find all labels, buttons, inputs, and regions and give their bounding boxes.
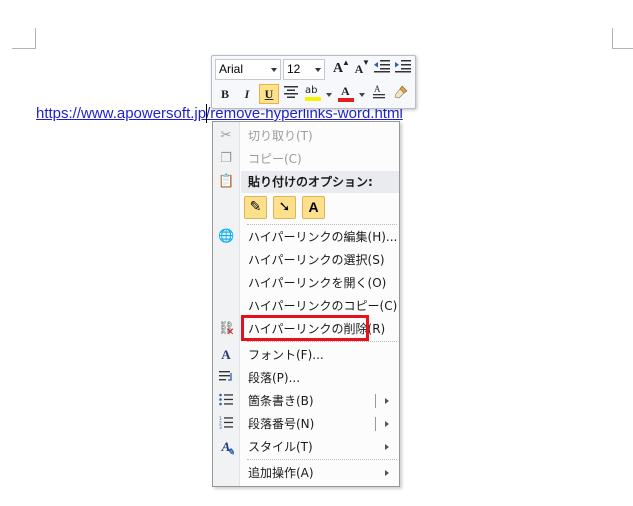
paste-merge-formatting-button[interactable]: ➘ — [273, 196, 296, 219]
merge-formatting-icon: ➘ — [278, 199, 291, 215]
remove-link-icon: ⛓ ✕ — [218, 321, 235, 338]
underline-button[interactable]: U — [259, 84, 279, 104]
svg-text:A: A — [374, 84, 381, 94]
menu-item-cut[interactable]: ✂ 切り取り(T) — [213, 125, 399, 147]
menu-item-cut-label: 切り取り(T) — [248, 129, 313, 143]
submenu-divider — [375, 394, 376, 408]
center-align-button[interactable] — [281, 84, 301, 104]
menu-item-paragraph-label: 段落(P)... — [248, 371, 301, 385]
chevron-down-icon[interactable] — [326, 93, 332, 97]
styles-gallery-icon: A — [373, 84, 385, 99]
decrease-indent-icon — [374, 60, 390, 73]
format-painter-button[interactable] — [391, 84, 411, 104]
menu-item-font-label: フォント(F)... — [248, 348, 324, 362]
highlight-color-button[interactable]: ab — [303, 84, 323, 104]
shrink-font-button[interactable]: A ▼ — [349, 58, 370, 79]
page-corner-mark-right — [612, 28, 633, 49]
chevron-right-icon — [385, 398, 389, 404]
keep-text-only-icon: A — [308, 199, 319, 215]
font-name-value: Arial — [219, 62, 244, 76]
font-color-swatch — [338, 98, 354, 102]
shrink-arrow-icon: ▼ — [362, 58, 370, 67]
menu-separator — [247, 459, 397, 460]
styles-icon: A ✎ — [221, 439, 235, 457]
page-corner-mark-left — [12, 28, 36, 49]
numbering-icon: 123 — [218, 416, 234, 432]
menu-item-copy-label: コピー(C) — [248, 152, 302, 166]
menu-item-select-hyperlink[interactable]: ハイパーリンクの選択(S) — [213, 249, 399, 271]
chevron-right-icon — [385, 421, 389, 427]
menu-item-paragraph[interactable]: 段落(P)... — [213, 367, 399, 389]
highlight-color-swatch — [305, 97, 321, 101]
chevron-right-icon — [385, 444, 389, 450]
menu-item-copy[interactable]: ❐ コピー(C) — [213, 148, 399, 170]
align-center-icon — [284, 86, 298, 98]
paste-options-header: 貼り付けのオプション: — [241, 171, 399, 193]
menu-item-numbering-label: 段落番号(N) — [248, 417, 315, 431]
menu-item-copy-hyperlink-label: ハイパーリンクのコピー(C) — [248, 299, 398, 313]
chevron-down-icon[interactable] — [359, 93, 365, 97]
menu-item-numbering[interactable]: 123 段落番号(N) — [213, 413, 399, 435]
font-color-button[interactable]: A — [336, 84, 356, 104]
font-icon: A — [221, 347, 231, 362]
increase-indent-icon — [395, 60, 411, 73]
clear-format-button[interactable]: A — [369, 84, 389, 104]
italic-button[interactable]: I — [237, 84, 257, 104]
menu-item-additional-actions-label: 追加操作(A) — [248, 466, 314, 480]
menu-item-font[interactable]: A フォント(F)... — [213, 344, 399, 366]
copy-icon: ❐ — [220, 151, 232, 166]
paragraph-icon — [218, 370, 234, 386]
menu-item-bullets[interactable]: 箇条書き(B) — [213, 390, 399, 412]
menu-item-copy-hyperlink[interactable]: ハイパーリンクのコピー(C) — [213, 295, 399, 317]
menu-separator — [247, 341, 397, 342]
menu-item-bullets-label: 箇条書き(B) — [248, 394, 314, 408]
decrease-indent-button[interactable] — [372, 59, 392, 79]
font-size-combo[interactable]: 12 — [283, 59, 325, 80]
brush-icon — [394, 85, 408, 99]
menu-item-edit-hyperlink[interactable]: 🌐 ハイパーリンクの編集(H)... — [213, 226, 399, 248]
scissors-icon: ✂ — [220, 128, 232, 143]
svg-text:3: 3 — [219, 425, 222, 429]
paste-options-label: 貼り付けのオプション: — [248, 175, 373, 189]
font-name-combo[interactable]: Arial — [215, 59, 281, 80]
menu-item-open-hyperlink-label: ハイパーリンクを開く(O) — [248, 276, 387, 290]
menu-separator — [247, 224, 397, 225]
menu-item-additional-actions[interactable]: 追加操作(A) — [213, 462, 399, 484]
highlight-frame — [241, 315, 369, 341]
keep-source-formatting-icon: ✎ — [249, 199, 262, 215]
globe-link-icon: 🌐 — [218, 229, 235, 244]
context-menu: ✂ 切り取り(T) ❐ コピー(C) 📋 貼り付けのオプション: ✎ ➘ A 🌐… — [212, 121, 400, 487]
menu-item-edit-hyperlink-label: ハイパーリンクの編集(H)... — [248, 230, 398, 244]
text-cursor — [206, 104, 207, 123]
bullets-icon — [218, 393, 234, 409]
font-size-value: 12 — [287, 62, 301, 76]
chevron-down-icon — [271, 68, 277, 72]
menu-item-open-hyperlink[interactable]: ハイパーリンクを開く(O) — [213, 272, 399, 294]
menu-item-styles[interactable]: A ✎ スタイル(T) — [213, 436, 399, 458]
bold-button[interactable]: B — [215, 84, 235, 104]
paste-text-only-button[interactable]: A — [302, 196, 325, 219]
chevron-down-icon — [315, 68, 321, 72]
paste-icon: 📋 — [218, 174, 235, 189]
chevron-right-icon — [385, 470, 389, 476]
menu-item-select-hyperlink-label: ハイパーリンクの選択(S) — [248, 253, 385, 267]
increase-indent-button[interactable] — [393, 59, 413, 79]
submenu-divider — [375, 417, 376, 431]
mini-toolbar: Arial 12 A ▲ A ▼ B I U ab A A — [211, 55, 416, 109]
menu-item-styles-label: スタイル(T) — [248, 440, 313, 454]
paste-keep-source-button[interactable]: ✎ — [244, 196, 267, 219]
grow-font-button[interactable]: A ▲ — [328, 58, 350, 79]
